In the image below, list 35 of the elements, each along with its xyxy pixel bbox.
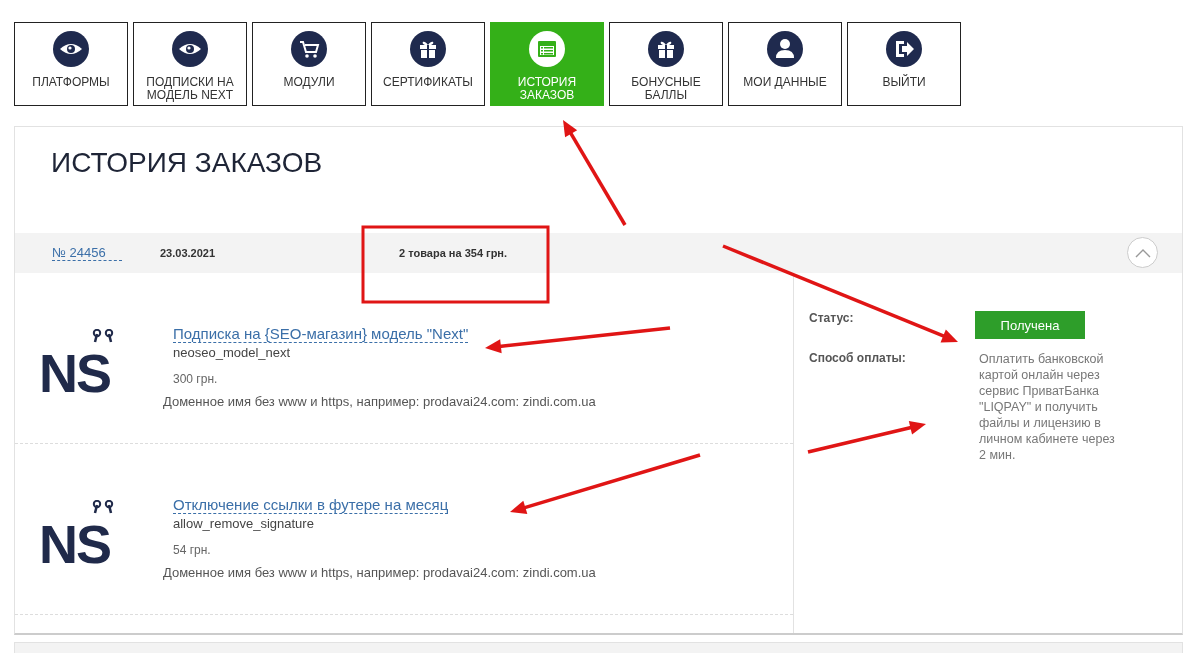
status-label: Статус:	[809, 311, 854, 325]
product-code: neoseo_model_next	[173, 345, 292, 360]
chevron-up-icon	[1134, 247, 1151, 258]
gift-icon	[410, 31, 446, 67]
nav-tab[interactable]: МОИ ДАННЫЕ	[728, 22, 842, 106]
nav-tab[interactable]: БОНУСНЫЕ БАЛЛЫ	[609, 22, 723, 106]
exit-icon	[886, 31, 922, 67]
order-summary: 2 товара на 354 грн.	[399, 247, 508, 259]
product-link[interactable]: Подписка на {SEO-магазин} модель "Next"	[173, 325, 469, 343]
order-date: 23.03.2021	[160, 247, 216, 259]
product-logo: NS	[39, 327, 123, 407]
payment-method: Оплатить банковской картой онлайн через сервис ПриватБанка "LIQPAY" и получить файлы и лицензию в личном кабинете через 2 мин.	[979, 351, 1116, 463]
gift-icon	[648, 31, 684, 67]
product-price: 300 грн.	[173, 372, 219, 386]
payment-label: Способ оплаты:	[809, 351, 906, 365]
eye-icon	[172, 31, 208, 67]
nav-tab[interactable]: ПЛАТФОРМЫ	[14, 22, 128, 106]
nav-tab[interactable]: МОДУЛИ	[252, 22, 366, 106]
list-icon	[529, 31, 565, 67]
user-icon	[767, 31, 803, 67]
collapse-button[interactable]	[1127, 237, 1158, 268]
nav-tab[interactable]: ПОДПИСКИ НА МОДЕЛЬ NEXT	[133, 22, 247, 106]
nav-tab[interactable]: ВЫЙТИ	[847, 22, 961, 106]
product-link[interactable]: Отключение ссылки в футере на месяц	[173, 496, 449, 514]
order-number-link[interactable]: № 24456	[52, 245, 122, 261]
product-logo: NS	[39, 498, 123, 578]
domain-note: Доменное имя без www и https, например: prodavai24.com: zindi.com.ua	[163, 565, 596, 580]
page-title: ИСТОРИЯ ЗАКАЗОВ	[51, 147, 323, 179]
eye-icon	[53, 31, 89, 67]
product-price: 54 грн.	[173, 543, 212, 557]
cart-icon	[291, 31, 327, 67]
status-badge: Получена	[975, 311, 1085, 339]
nav-tab[interactable]: СЕРТИФИКАТЫ	[371, 22, 485, 106]
product-code: allow_remove_signature	[173, 516, 315, 531]
domain-note: Доменное имя без www и https, например: prodavai24.com: zindi.com.ua	[163, 394, 596, 409]
